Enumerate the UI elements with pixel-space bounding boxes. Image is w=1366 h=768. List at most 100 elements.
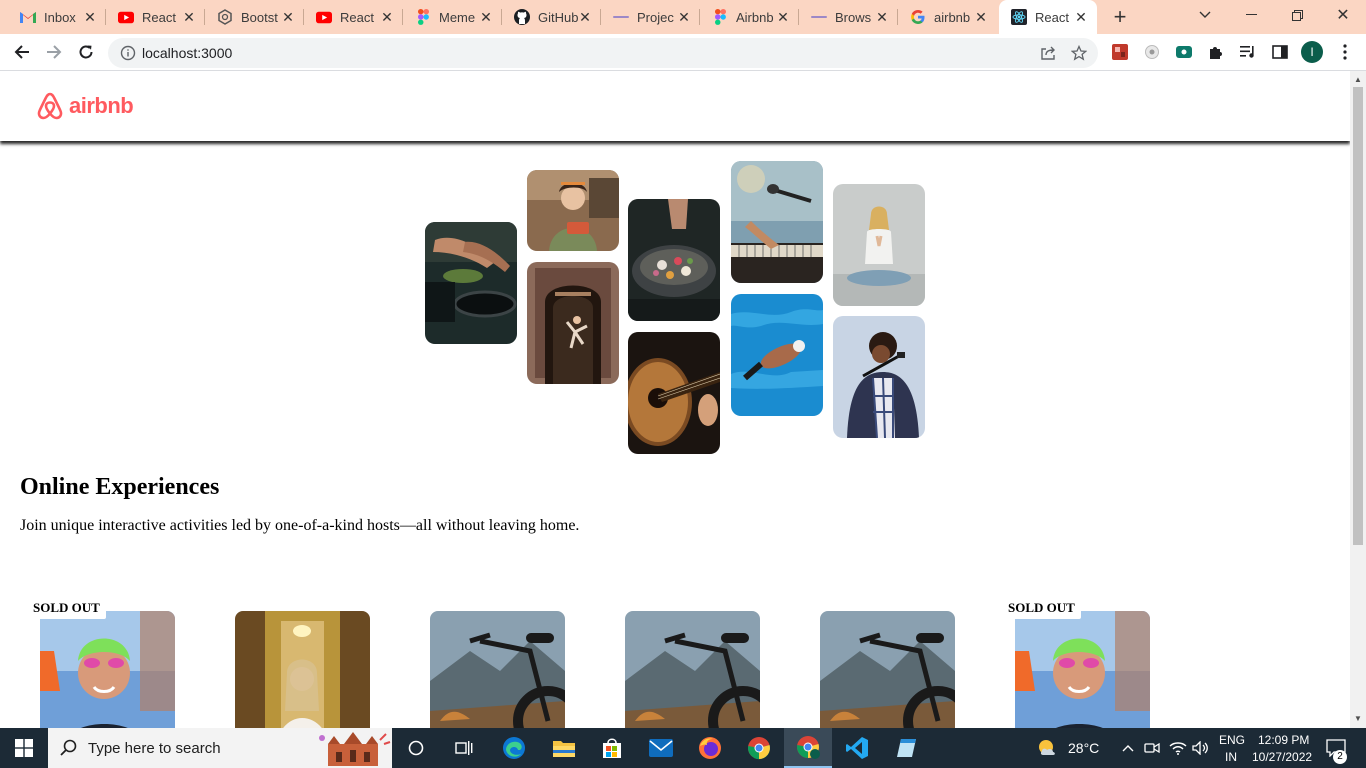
site-info-icon[interactable] [120, 45, 136, 61]
side-panel-icon[interactable] [1271, 43, 1289, 61]
experience-card-bike[interactable] [430, 611, 565, 728]
language-indicator[interactable]: ENG [1219, 733, 1245, 747]
page-icon [811, 9, 827, 25]
youtube-icon [316, 9, 332, 25]
yoga-woman-photo [833, 184, 925, 306]
scroll-down-arrow-icon[interactable]: ▼ [1354, 714, 1362, 723]
task-view-icon[interactable] [440, 728, 488, 768]
restore-button[interactable] [1274, 0, 1320, 30]
food-bowl-photo [628, 199, 720, 321]
new-tab-button[interactable]: + [1107, 4, 1133, 30]
clock-time[interactable]: 12:09 PM [1258, 733, 1309, 747]
page-scrollbar[interactable]: ▲ ▼ [1350, 71, 1366, 728]
tab-bootstrap[interactable]: Bootst ✕ [205, 0, 304, 34]
close-window-button[interactable]: ✕ [1320, 0, 1366, 30]
scrollbar-thumb[interactable] [1353, 87, 1363, 545]
close-tab-icon[interactable]: ✕ [280, 9, 296, 25]
close-tab-icon[interactable]: ✕ [1073, 9, 1089, 25]
taskbar-search-box[interactable]: Type here to search [48, 728, 392, 768]
windows-start-icon[interactable] [0, 728, 48, 768]
extension-red-icon[interactable] [1111, 43, 1129, 61]
close-tab-icon[interactable]: ✕ [478, 9, 494, 25]
reload-icon[interactable] [72, 38, 100, 66]
tab-react-active[interactable]: React ✕ [999, 0, 1097, 34]
extension-grey-icon[interactable] [1143, 43, 1161, 61]
airbnb-logo[interactable]: airbnb [36, 91, 134, 121]
page-viewport: airbnb Online Experiences Join unique in… [0, 71, 1350, 728]
airbnb-belo-icon [37, 92, 63, 120]
minimize-button[interactable] [1228, 0, 1274, 30]
tab-title: Brows [835, 9, 872, 25]
share-icon[interactable] [1040, 45, 1056, 61]
profile-avatar[interactable]: I [1301, 41, 1323, 63]
file-explorer-icon[interactable] [540, 728, 588, 768]
cortana-circle-icon[interactable] [392, 728, 440, 768]
bookmark-star-icon[interactable] [1070, 44, 1088, 61]
close-tab-icon[interactable]: ✕ [775, 9, 791, 25]
chef-woman-photo [527, 170, 619, 251]
swimmer-pool-photo [731, 294, 823, 416]
mail-icon[interactable] [637, 728, 685, 768]
media-control-icon[interactable] [1239, 43, 1257, 61]
experience-card-swimmer[interactable] [40, 611, 175, 728]
show-hidden-icons-chevron-icon[interactable] [1118, 728, 1138, 768]
windows-taskbar: Type here to search 28°C ENG IN 12:09 PM… [0, 728, 1366, 768]
meet-now-icon[interactable] [1142, 728, 1162, 768]
extensions-puzzle-icon[interactable] [1207, 43, 1225, 61]
tab-youtube-react-2[interactable]: React ✕ [304, 0, 403, 34]
tab-title: Bootst [241, 9, 278, 25]
close-tab-icon[interactable]: ✕ [181, 9, 197, 25]
menu-kebab-icon[interactable] [1336, 43, 1354, 61]
search-icon [60, 739, 78, 762]
address-bar[interactable]: localhost:3000 [108, 38, 1098, 68]
figma-icon [415, 9, 431, 25]
logo-text: airbnb [69, 93, 134, 118]
sold-out-badge: SOLD OUT [27, 597, 106, 619]
volume-icon[interactable] [1190, 728, 1212, 768]
notepad-app-icon[interactable] [882, 728, 930, 768]
close-tab-icon[interactable]: ✕ [577, 9, 593, 25]
tab-figma-meme[interactable]: Meme ✕ [403, 0, 502, 34]
tab-title: React [340, 9, 374, 25]
firefox-icon[interactable] [686, 728, 734, 768]
chrome-icon[interactable] [735, 728, 783, 768]
hero-title: Online Experiences [20, 474, 220, 500]
youtube-icon [118, 9, 134, 25]
close-tab-icon[interactable]: ✕ [379, 9, 395, 25]
react-icon [1011, 9, 1027, 25]
tab-youtube-react[interactable]: React ✕ [106, 0, 205, 34]
notification-count-badge: 2 [1333, 750, 1347, 764]
close-tab-icon[interactable]: ✕ [973, 9, 989, 25]
scroll-up-arrow-icon[interactable]: ▲ [1354, 75, 1362, 84]
page-icon [613, 9, 629, 25]
search-highlight-illustration-icon[interactable] [314, 730, 392, 768]
tab-search-icon[interactable] [1182, 0, 1228, 30]
microsoft-store-icon[interactable] [588, 728, 636, 768]
browser-toolbar: localhost:3000 I [0, 34, 1366, 71]
cooking-pan-photo [425, 222, 517, 344]
wifi-icon[interactable] [1166, 728, 1190, 768]
weather-icon[interactable] [1036, 728, 1060, 768]
weather-temperature: 28°C [1068, 740, 1100, 756]
url-text: localhost:3000 [142, 45, 233, 61]
tab-gmail[interactable]: Inbox ✕ [8, 0, 106, 34]
close-tab-icon[interactable]: ✕ [676, 9, 692, 25]
experience-card-bike[interactable] [625, 611, 760, 728]
edge-browser-icon[interactable] [490, 728, 538, 768]
extension-teal-icon[interactable] [1175, 43, 1193, 61]
tab-google-airbnb[interactable]: airbnb ✕ [898, 0, 997, 34]
tab-browse[interactable]: Brows ✕ [799, 0, 898, 34]
tab-github[interactable]: GitHub ✕ [502, 0, 601, 34]
close-tab-icon[interactable]: ✕ [874, 9, 890, 25]
tab-figma-airbnb[interactable]: Airbnb ✕ [700, 0, 799, 34]
forward-arrow-icon[interactable] [40, 38, 68, 66]
close-tab-icon[interactable]: ✕ [82, 9, 98, 25]
experience-card-bike[interactable] [820, 611, 955, 728]
tab-project[interactable]: Projec ✕ [601, 0, 700, 34]
back-arrow-icon[interactable] [8, 38, 36, 66]
experience-card-swimmer[interactable] [1015, 611, 1150, 728]
experience-card-wedding[interactable] [235, 611, 370, 728]
vscode-icon[interactable] [833, 728, 881, 768]
chrome-profile-active-icon[interactable] [784, 728, 832, 768]
language-region: IN [1225, 750, 1237, 764]
